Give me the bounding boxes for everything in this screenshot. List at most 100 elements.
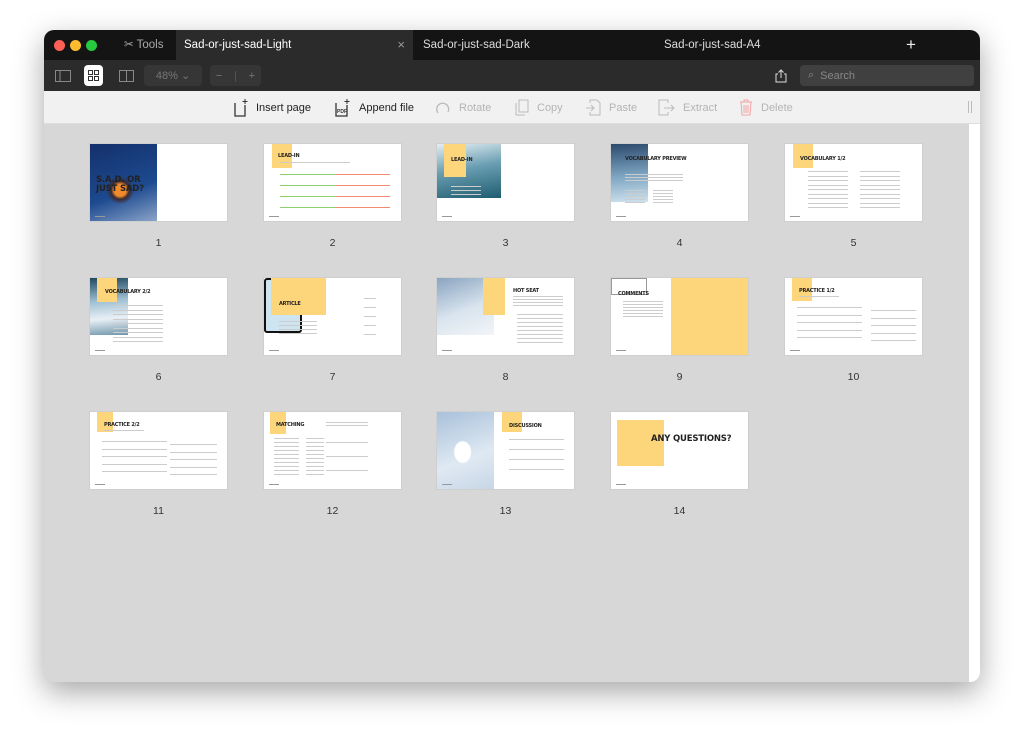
page-thumbnail-6[interactable]: VOCABULARY 2/2 <box>90 278 227 355</box>
page-thumbnail-7[interactable]: ARTICLE <box>264 278 401 355</box>
close-tab-icon[interactable]: × <box>397 30 405 60</box>
page-number: 14 <box>673 505 686 517</box>
text-line <box>808 184 848 186</box>
extract-icon <box>658 99 675 116</box>
tab-tools[interactable]: ✂ Tools <box>124 30 176 60</box>
append-file-button[interactable]: PDF Append file <box>335 91 414 124</box>
toolbar-resize-handle[interactable] <box>968 101 972 113</box>
zoom-select[interactable]: 48% ⌄ <box>144 65 202 86</box>
text-line <box>306 450 324 451</box>
page-thumbnail-8[interactable]: HOT SEAT <box>437 278 574 355</box>
toolbar: 48% ⌄ − | + ⌕ Search <box>44 60 980 91</box>
page-thumbnail-10[interactable]: PRACTICE 1/2 <box>785 278 922 355</box>
text-line <box>808 198 848 199</box>
text-line <box>871 325 916 326</box>
minimize-window-button[interactable] <box>70 40 81 51</box>
grid-view-button[interactable] <box>84 65 103 86</box>
text-line <box>113 318 163 320</box>
text-line <box>623 304 663 305</box>
text-line <box>113 314 163 315</box>
zoom-out-button[interactable]: − <box>216 70 222 82</box>
insert-page-button[interactable]: Insert page <box>234 91 311 124</box>
text-line <box>625 177 683 178</box>
page-number: 13 <box>499 505 512 517</box>
slide-footer <box>616 350 626 351</box>
tab-sad-or-just-sad-dark[interactable]: Sad-or-just-sad-Dark <box>423 30 530 60</box>
text-line <box>808 189 848 190</box>
copy-button[interactable]: Copy <box>515 91 563 124</box>
rotate-icon <box>435 100 451 116</box>
insert-page-icon <box>234 98 248 117</box>
paste-icon <box>585 99 601 116</box>
text-line <box>653 199 673 200</box>
scrollbar[interactable] <box>969 124 980 682</box>
page-number: 7 <box>329 371 336 383</box>
page-number: 3 <box>502 237 509 249</box>
red-line <box>335 174 390 175</box>
page-thumbnail-13[interactable]: DISCUSSION <box>437 412 574 489</box>
extract-button[interactable]: Extract <box>658 91 717 124</box>
page-number: 4 <box>676 237 683 249</box>
tab-sad-or-just-sad-light[interactable]: Sad-or-just-sad-Light × <box>176 30 413 60</box>
tab-bar: ✂ Tools Sad-or-just-sad-Light × Sad-or-j… <box>44 30 980 60</box>
text-line <box>860 207 900 208</box>
text-line <box>623 301 663 302</box>
page-thumbnail-11[interactable]: PRACTICE 2/2 <box>90 412 227 489</box>
slide-footer <box>269 216 279 217</box>
page-thumbnail-14[interactable]: ANY QUESTIONS? <box>611 412 748 489</box>
text-line <box>797 329 862 331</box>
text-line <box>306 466 324 467</box>
text-line <box>625 196 645 197</box>
accent-block <box>271 278 326 315</box>
text-line <box>517 330 563 331</box>
text-line <box>306 454 324 455</box>
text-line <box>509 449 564 450</box>
new-tab-button[interactable]: + <box>906 30 916 60</box>
text-line <box>306 442 324 443</box>
green-line <box>280 196 335 197</box>
slide-title: HOT SEAT <box>513 288 539 294</box>
slide-footer <box>616 216 626 217</box>
text-line <box>517 314 563 315</box>
copy-icon <box>515 99 529 116</box>
sidebar-icon <box>55 69 71 82</box>
page-thumbnail-5[interactable]: VOCABULARY 1/2 <box>785 144 922 221</box>
page-thumbnail-1[interactable]: S.A.D. OR JUST SAD? <box>90 144 227 221</box>
text-line <box>860 180 900 181</box>
maximize-window-button[interactable] <box>86 40 97 51</box>
page-actions-bar: Insert page PDF Append file Rotate Copy Paste… <box>44 91 980 124</box>
page-grid: S.A.D. OR JUST SAD? 1 LEAD-IN 2 LEAD-IN 3 VOCA… <box>44 124 969 682</box>
text-line <box>509 439 564 440</box>
text-line <box>113 327 163 329</box>
share-button[interactable] <box>772 65 790 86</box>
paste-button[interactable]: Paste <box>585 91 637 124</box>
text-line <box>623 316 663 317</box>
zoom-in-button[interactable]: + <box>249 70 255 82</box>
text-line <box>364 325 376 326</box>
search-input[interactable]: ⌕ Search <box>800 65 974 86</box>
text-line <box>102 441 167 442</box>
two-page-icon <box>118 69 134 82</box>
page-thumbnail-12[interactable]: MATCHING <box>264 412 401 489</box>
text-line <box>113 305 163 306</box>
text-line <box>451 186 481 187</box>
page-thumbnail-2[interactable]: LEAD-IN <box>264 144 401 221</box>
page-thumbnail-3[interactable]: LEAD-IN <box>437 144 574 221</box>
tab-sad-or-just-sad-a4[interactable]: Sad-or-just-sad-A4 <box>664 30 761 60</box>
text-line <box>102 463 167 465</box>
text-line <box>517 342 563 343</box>
text-line <box>623 313 663 314</box>
append-pdf-icon: PDF <box>335 98 351 117</box>
page-thumbnail-9[interactable]: COMMENTS <box>611 278 748 355</box>
text-line <box>871 317 916 319</box>
delete-button[interactable]: Delete <box>739 91 793 124</box>
text-line <box>104 430 144 431</box>
text-line <box>797 337 862 338</box>
close-window-button[interactable] <box>54 40 65 51</box>
page-thumbnail-4[interactable]: VOCABULARY PREVIEW <box>611 144 748 221</box>
sidebar-toggle-button[interactable] <box>52 65 74 86</box>
text-line <box>274 446 299 447</box>
rotate-button[interactable]: Rotate <box>435 91 491 124</box>
two-page-view-button[interactable] <box>116 65 136 86</box>
page-number: 11 <box>153 505 164 517</box>
